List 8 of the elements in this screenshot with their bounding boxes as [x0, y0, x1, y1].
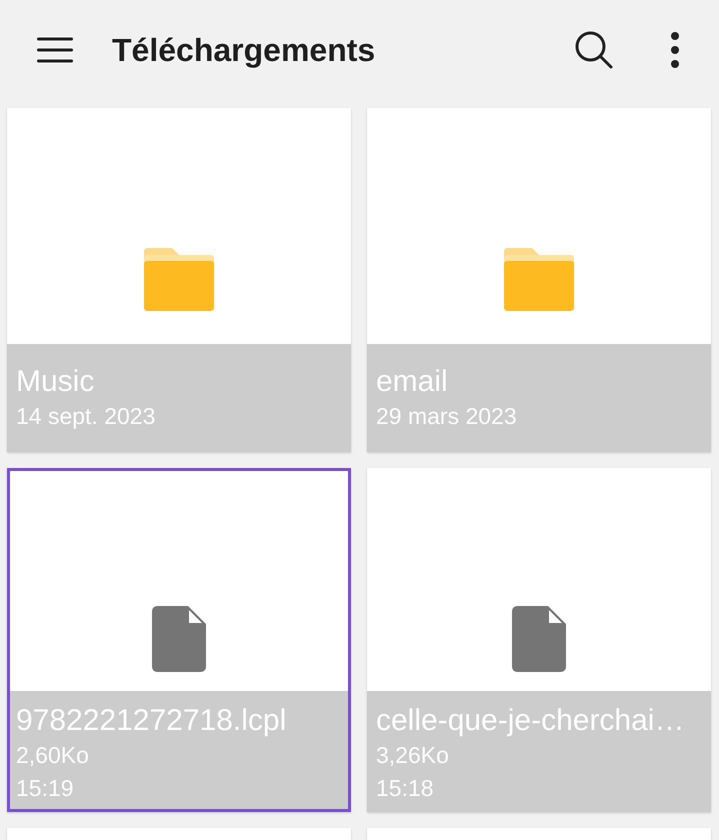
- menu-icon[interactable]: [37, 37, 73, 63]
- more-options-icon[interactable]: [671, 32, 679, 68]
- screen-title: Téléchargements: [112, 32, 376, 68]
- folder-icon: [504, 248, 574, 311]
- file-icon: [152, 606, 206, 672]
- search-icon[interactable]: [575, 31, 613, 69]
- file-icon: [512, 606, 566, 672]
- folder-icon: [144, 248, 214, 311]
